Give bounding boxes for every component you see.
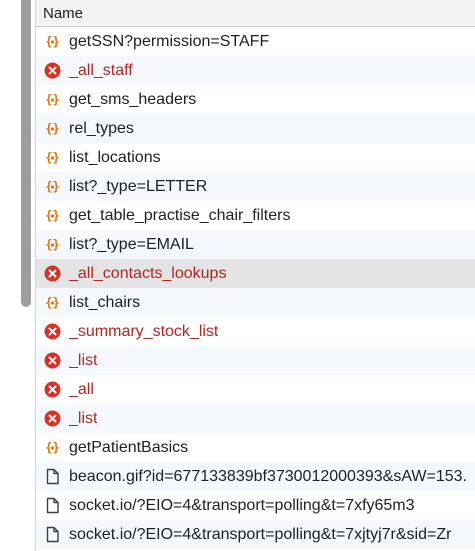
document-icon <box>44 526 61 543</box>
request-row[interactable]: socket.io/?EIO=4&transport=polling&t=7xj… <box>36 520 475 549</box>
request-row[interactable]: _all_staff <box>36 56 475 85</box>
error-circle-icon <box>44 352 61 369</box>
request-name: socket.io/?EIO=4&transport=polling&t=7xj… <box>69 525 452 543</box>
request-name: socket.io/?EIO=4&transport=polling&t=7xf… <box>69 496 415 514</box>
request-list: {} getSSN?permission=STAFF _all_staff {} get… <box>36 27 475 549</box>
request-name: _all_contacts_lookups <box>69 264 227 282</box>
error-circle-icon <box>44 381 61 398</box>
request-name: _summary_stock_list <box>69 322 219 340</box>
request-name: beacon.gif?id=677133839bf3730012000393&s… <box>69 467 467 485</box>
error-circle-icon <box>44 323 61 340</box>
error-circle-icon <box>44 62 61 79</box>
fetch-braces-icon: {} <box>44 178 61 195</box>
vertical-scrollbar-thumb[interactable] <box>21 0 31 307</box>
fetch-braces-icon: {} <box>44 120 61 137</box>
fetch-braces-icon: {} <box>44 149 61 166</box>
request-row[interactable]: _all <box>36 375 475 404</box>
request-name: get_sms_headers <box>69 90 197 108</box>
request-name: _list <box>69 351 98 369</box>
column-header-name[interactable]: Name <box>36 0 475 27</box>
request-row[interactable]: beacon.gif?id=677133839bf3730012000393&s… <box>36 462 475 491</box>
request-name: _list <box>69 409 98 427</box>
request-name: list?_type=LETTER <box>69 177 208 195</box>
request-row[interactable]: {} getPatientBasics <box>36 433 475 462</box>
error-circle-icon <box>44 265 61 282</box>
request-row[interactable]: _list <box>36 404 475 433</box>
request-row[interactable]: {} list?_type=EMAIL <box>36 230 475 259</box>
fetch-braces-icon: {} <box>44 236 61 253</box>
request-row[interactable]: _summary_stock_list <box>36 317 475 346</box>
document-icon <box>44 497 61 514</box>
column-header-label: Name <box>43 4 84 22</box>
fetch-braces-icon: {} <box>44 91 61 108</box>
request-name: rel_types <box>69 119 134 137</box>
request-row[interactable]: {} list?_type=LETTER <box>36 172 475 201</box>
request-row[interactable]: {} rel_types <box>36 114 475 143</box>
request-name: list_locations <box>69 148 161 166</box>
fetch-braces-icon: {} <box>44 439 61 456</box>
fetch-braces-icon: {} <box>44 294 61 311</box>
left-gutter <box>0 0 35 551</box>
request-name: getSSN?permission=STAFF <box>69 32 270 50</box>
network-requests-panel: Name {} getSSN?permission=STAFF _all_staff… <box>35 0 475 551</box>
request-name: get_table_practise_chair_filters <box>69 206 291 224</box>
fetch-braces-icon: {} <box>44 33 61 50</box>
request-row[interactable]: _list <box>36 346 475 375</box>
request-row[interactable]: {} list_locations <box>36 143 475 172</box>
request-name: getPatientBasics <box>69 438 189 456</box>
request-row[interactable]: _all_contacts_lookups <box>36 259 475 288</box>
request-row[interactable]: {} get_sms_headers <box>36 85 475 114</box>
request-name: _all <box>69 380 94 398</box>
fetch-braces-icon: {} <box>44 207 61 224</box>
request-name: list?_type=EMAIL <box>69 235 194 253</box>
request-row[interactable]: socket.io/?EIO=4&transport=polling&t=7xf… <box>36 491 475 520</box>
request-row[interactable]: {} list_chairs <box>36 288 475 317</box>
request-row[interactable]: {} get_table_practise_chair_filters <box>36 201 475 230</box>
document-icon <box>44 468 61 485</box>
request-name: _all_staff <box>69 61 133 79</box>
request-name: list_chairs <box>69 293 141 311</box>
request-row[interactable]: {} getSSN?permission=STAFF <box>36 27 475 56</box>
error-circle-icon <box>44 410 61 427</box>
